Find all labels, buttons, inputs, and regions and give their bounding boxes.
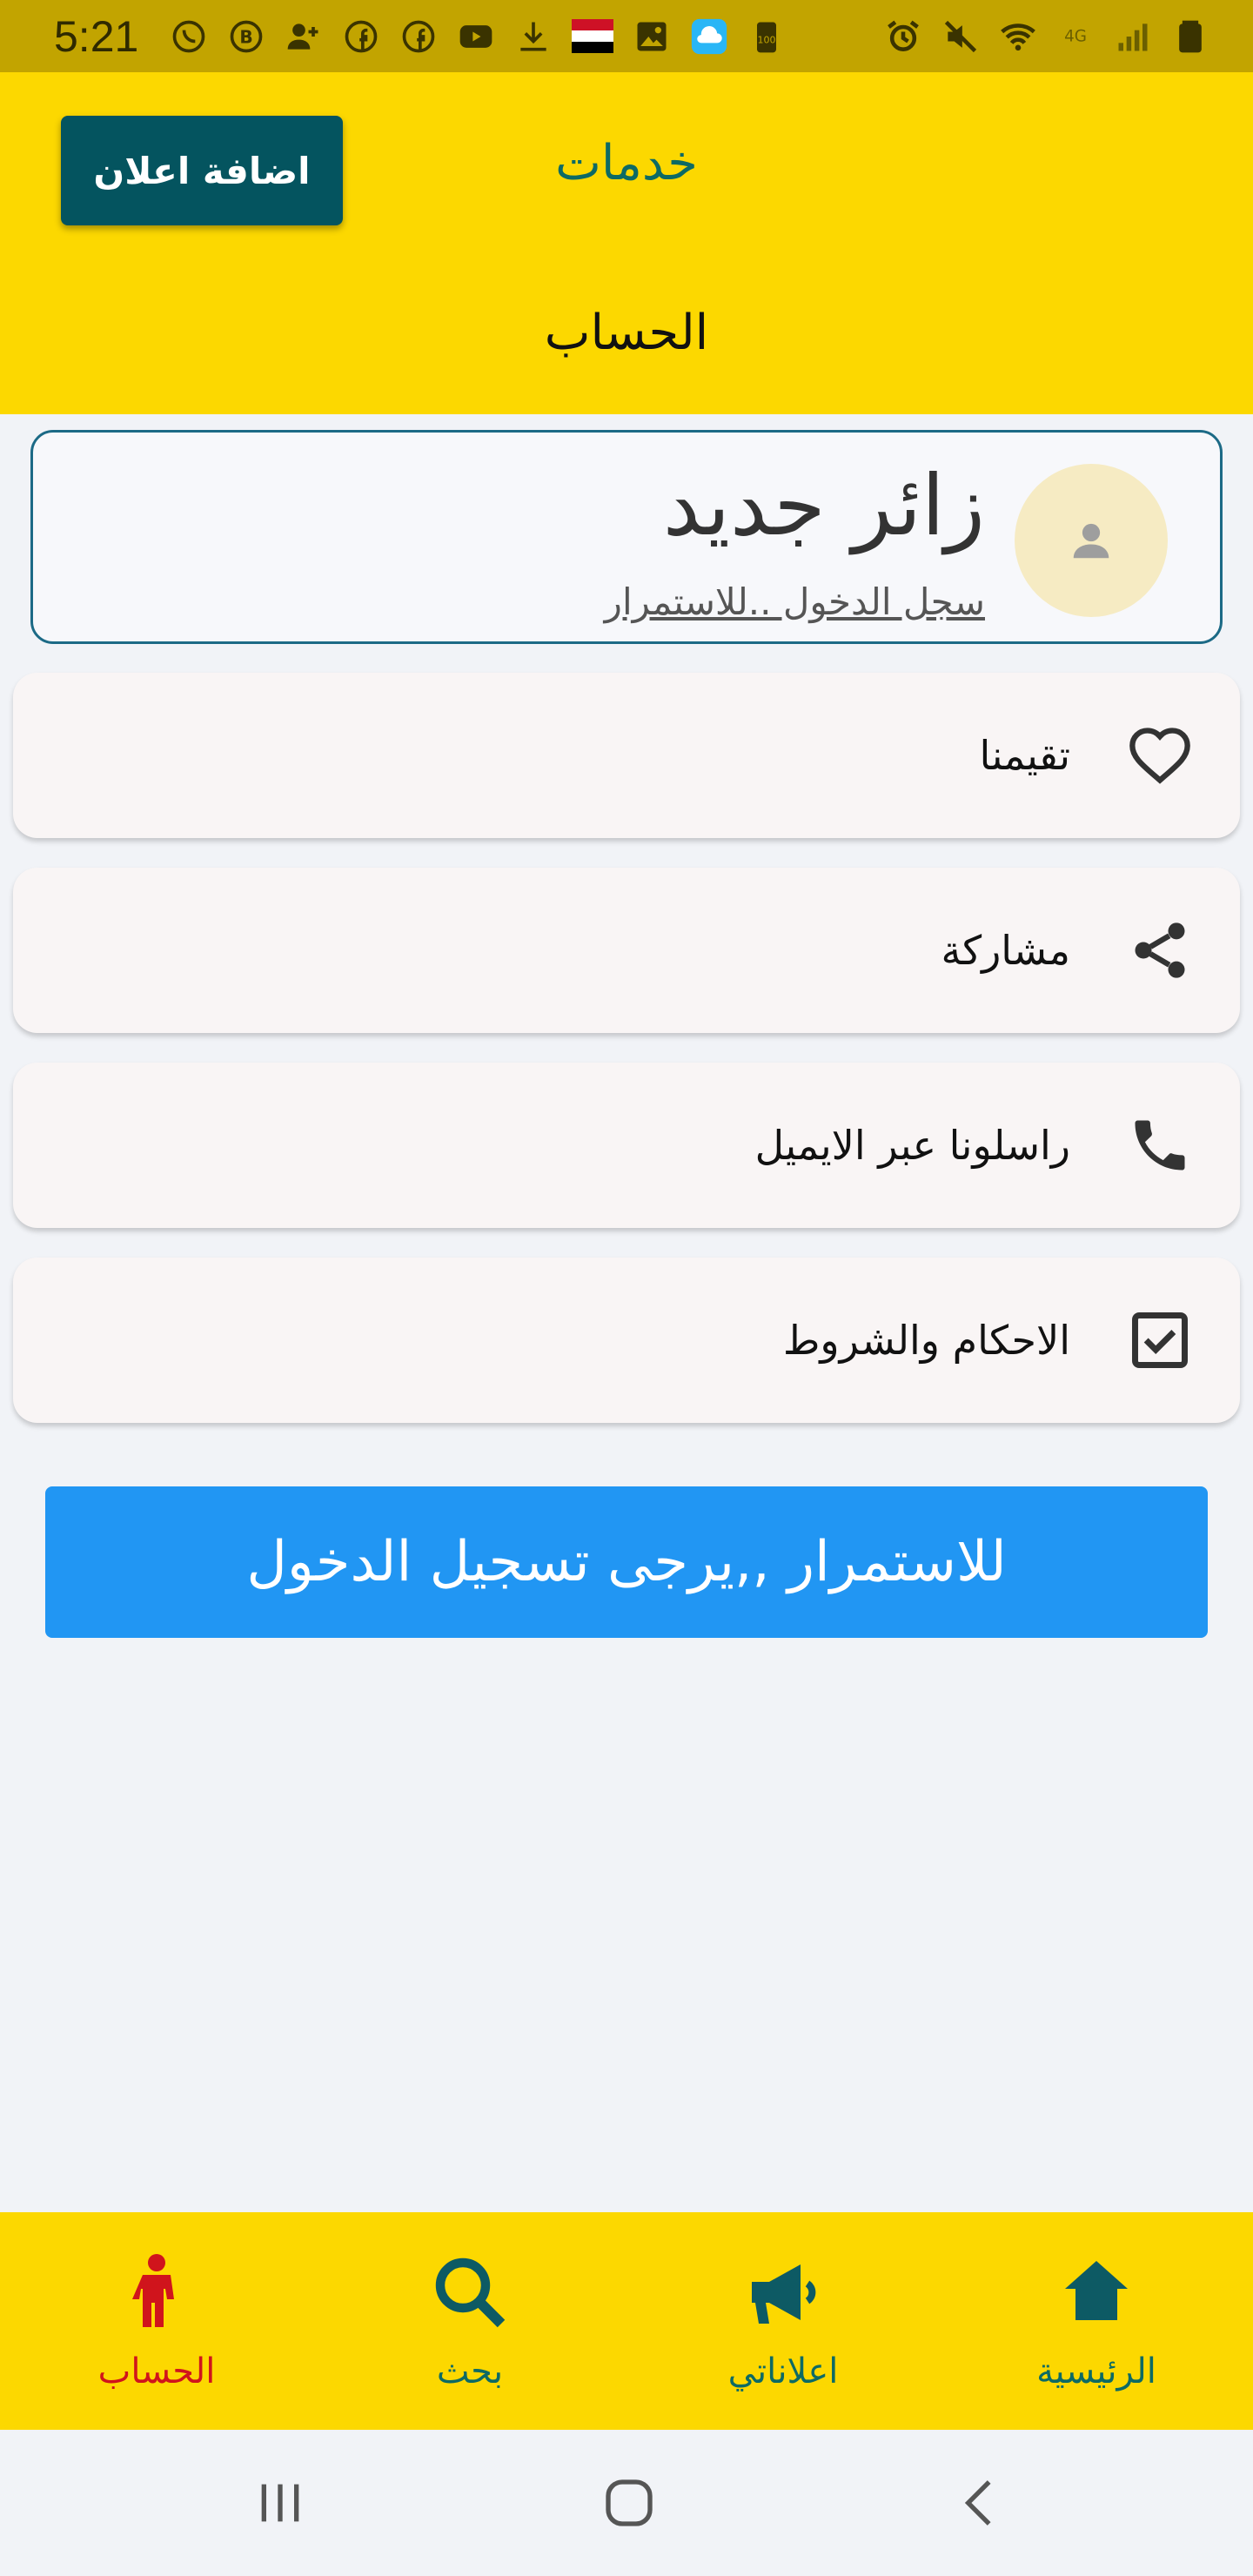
checkbox-icon	[1125, 1305, 1195, 1375]
system-nav-bar	[0, 2430, 1253, 2576]
bottom-nav: الرئيسية اعلاناتي بحث الحساب	[0, 2212, 1253, 2430]
battery-saver-icon: 100	[747, 17, 786, 56]
heart-icon	[1125, 721, 1195, 790]
menu-item-contact-email[interactable]: راسلونا عبر الايميل	[13, 1063, 1240, 1228]
login-prompt-link[interactable]: سجل الدخول ..للاستمرار	[605, 580, 985, 623]
menu-item-rate-us[interactable]: تقيمنا	[13, 673, 1240, 838]
nav-label: الرئيسية	[1036, 2351, 1156, 2392]
yemen-flag-icon	[572, 18, 614, 54]
menu-item-share[interactable]: مشاركة	[13, 868, 1240, 1033]
nav-item-my-ads[interactable]: اعلاناتي	[653, 2212, 914, 2430]
menu-item-label: الاحكام والشروط	[782, 1317, 1070, 1364]
cloud-upload-icon	[690, 17, 728, 56]
4g-lte-icon: 4G	[1056, 17, 1095, 56]
menu-item-label: راسلونا عبر الايميل	[754, 1122, 1070, 1169]
recent-apps-icon[interactable]	[245, 2468, 315, 2538]
avatar[interactable]	[1015, 464, 1168, 617]
facebook-icon	[399, 17, 438, 56]
nav-label: بحث	[436, 2351, 504, 2392]
download-icon	[514, 17, 553, 56]
back-icon[interactable]	[945, 2468, 1015, 2538]
profile-card[interactable]: زائر جديد سجل الدخول ..للاستمرار	[30, 430, 1223, 644]
svg-text:100: 100	[758, 34, 776, 45]
home-icon	[1053, 2249, 1140, 2336]
megaphone-icon	[740, 2249, 827, 2336]
profile-name: زائر جديد	[662, 457, 985, 554]
gallery-icon	[633, 17, 671, 56]
battery-icon	[1171, 17, 1209, 56]
share-icon	[1125, 916, 1195, 985]
alarm-icon	[884, 17, 922, 56]
signal-icon	[1114, 17, 1152, 56]
account-screen: 5:21 B 100 4G اضافة اعلان خدمات الحساب ز…	[0, 0, 1253, 2576]
mute-icon	[941, 17, 980, 56]
svg-text:B: B	[240, 26, 253, 47]
menu-item-label: مشاركة	[941, 927, 1070, 974]
notification-icons: B 100	[170, 17, 786, 56]
nav-item-home[interactable]: الرئيسية	[966, 2212, 1227, 2430]
services-link[interactable]: خدمات	[487, 120, 766, 207]
youtube-icon	[457, 17, 495, 56]
system-status-icons: 4G	[884, 17, 1209, 56]
svg-text:4G: 4G	[1064, 27, 1087, 45]
phone-icon	[1125, 1110, 1195, 1180]
person-icon	[1073, 523, 1109, 559]
search-icon	[426, 2249, 513, 2336]
add-ad-button[interactable]: اضافة اعلان	[61, 116, 343, 225]
menu-item-terms[interactable]: الاحكام والشروط	[13, 1258, 1240, 1423]
menu-item-label: تقيمنا	[979, 732, 1070, 779]
wifi-icon	[999, 17, 1037, 56]
nav-item-account[interactable]: الحساب	[26, 2212, 287, 2430]
whatsapp-icon	[170, 17, 208, 56]
status-time: 5:21	[54, 11, 139, 61]
facebook-icon	[342, 17, 380, 56]
app-header: اضافة اعلان خدمات الحساب	[0, 72, 1253, 414]
login-button[interactable]: للاستمرار ,,يرجى تسجيل الدخول	[45, 1486, 1208, 1638]
whatsapp-business-icon: B	[227, 17, 265, 56]
status-bar: 5:21 B 100 4G	[0, 0, 1253, 72]
add-contact-icon	[285, 17, 323, 56]
nav-item-search[interactable]: بحث	[339, 2212, 600, 2430]
page-title: الحساب	[544, 305, 709, 361]
person-standing-icon	[113, 2249, 200, 2336]
nav-label: الحساب	[97, 2351, 216, 2392]
home-button-icon[interactable]	[594, 2468, 664, 2538]
nav-label: اعلاناتي	[727, 2351, 839, 2392]
